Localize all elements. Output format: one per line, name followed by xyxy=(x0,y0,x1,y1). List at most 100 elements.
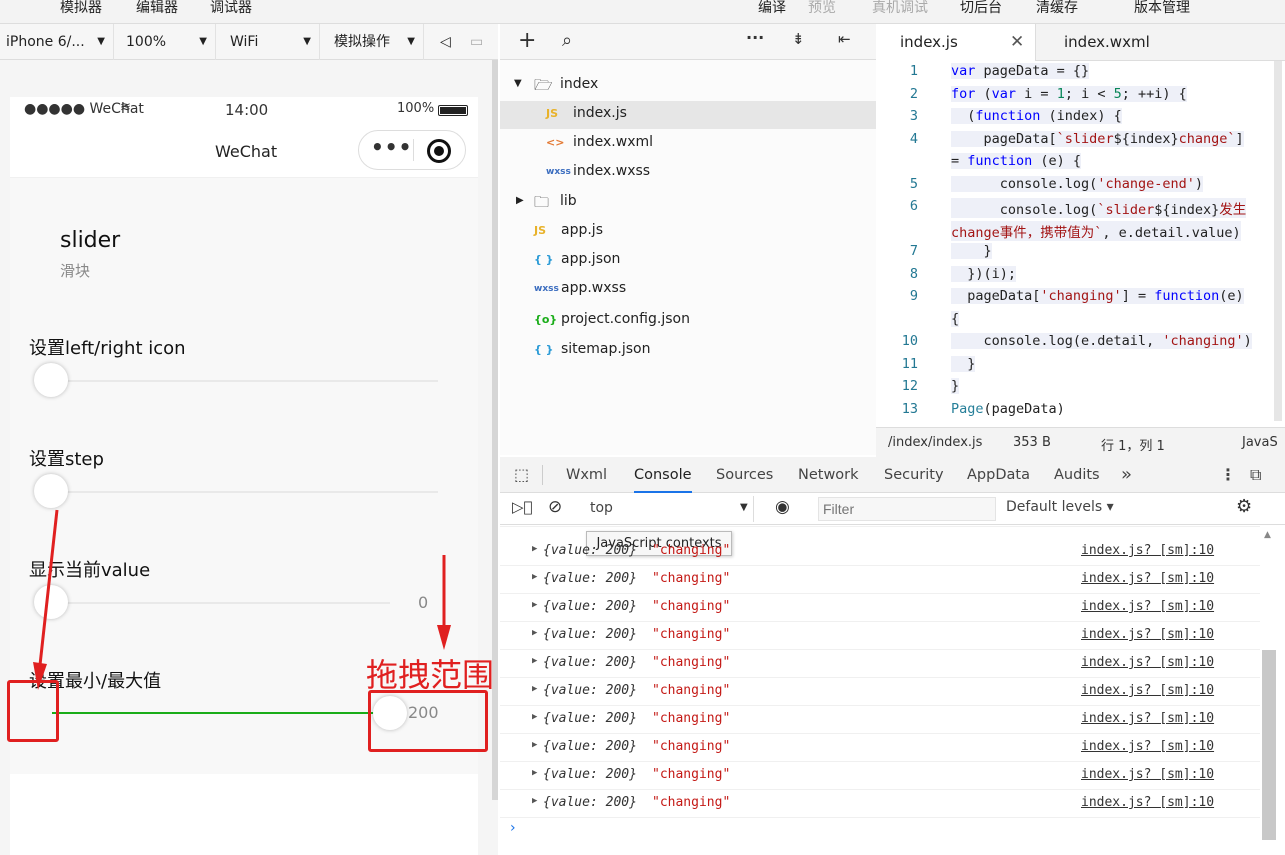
console-row[interactable]: ▶ {value: 200} "changing" index.js? [sm]:10 xyxy=(500,650,1260,678)
expand-triangle-icon[interactable]: ▶ xyxy=(532,768,537,778)
log-source-link[interactable]: index.js? [sm]:10 xyxy=(1081,739,1214,754)
tab-wxml[interactable]: Wxml xyxy=(566,457,607,493)
tab-console[interactable]: Console xyxy=(634,457,692,493)
split-icon[interactable]: ⇤ xyxy=(838,30,851,48)
folder-closed-icon: 🗀 xyxy=(534,193,550,211)
log-source-link[interactable]: index.js? [sm]:10 xyxy=(1081,599,1214,614)
kebab-menu-icon[interactable]: ⋮ xyxy=(1220,457,1236,493)
expand-triangle-icon[interactable]: ▶ xyxy=(532,712,537,722)
dock-icon[interactable]: ⧉ xyxy=(1250,457,1261,493)
log-object[interactable]: {value: 200} xyxy=(543,627,637,642)
expand-triangle-icon[interactable]: ▶ xyxy=(532,656,537,666)
explorer-item-sitemap[interactable]: { } sitemap.json xyxy=(500,337,876,365)
console-scrollbar[interactable] xyxy=(1262,650,1276,840)
console-row[interactable]: ▶ {value: 200} "changing" index.js? [sm]:10 xyxy=(500,790,1260,818)
explorer-item-label: lib xyxy=(560,193,577,209)
log-object[interactable]: {value: 200} xyxy=(543,711,637,726)
js-file-icon: JS xyxy=(534,224,547,237)
settings-gear-icon[interactable]: ⚙ xyxy=(1236,496,1252,517)
tab-security[interactable]: Security xyxy=(884,457,944,493)
console-row[interactable]: ▶ {value: 200} "changing" index.js? [sm]:10 xyxy=(500,538,1260,566)
tab-sources[interactable]: Sources xyxy=(716,457,773,493)
tab-label: index.wxml xyxy=(1064,33,1150,51)
more-tabs-icon[interactable]: » xyxy=(1121,457,1132,493)
log-source-link[interactable]: index.js? [sm]:10 xyxy=(1081,655,1214,670)
explorer-item-lib[interactable]: ▶ 🗀 lib xyxy=(500,189,876,217)
log-source-link[interactable]: index.js? [sm]:10 xyxy=(1081,627,1214,642)
log-object[interactable]: {value: 200} xyxy=(543,599,637,614)
code-line: console.log(`slider${index}发生 xyxy=(951,198,1247,218)
tab-label: index.js xyxy=(900,33,958,51)
explorer-item-label: index xyxy=(560,76,599,92)
log-source-link[interactable]: index.js? [sm]:10 xyxy=(1081,711,1214,726)
expand-triangle-icon[interactable]: ▶ xyxy=(532,684,537,694)
console-row[interactable]: ▶ {value: 200} "changing" index.js? [sm]:10 xyxy=(500,622,1260,650)
code-line: } xyxy=(951,243,992,259)
log-object[interactable]: {value: 200} xyxy=(543,655,637,670)
log-object[interactable]: {value: 200} xyxy=(543,795,637,810)
eye-icon[interactable]: ◉ xyxy=(775,497,790,517)
tab-index-js[interactable]: index.js ✕ xyxy=(876,24,1036,61)
chevron-down-icon: ▼ xyxy=(740,502,748,513)
more-icon[interactable]: ··· xyxy=(746,28,764,47)
explorer-item-label: app.js xyxy=(561,222,603,238)
line-number: 2 xyxy=(909,86,918,102)
inspect-icon[interactable]: ⬚ xyxy=(514,457,529,493)
chevron-down-icon: ▼ xyxy=(514,78,522,89)
log-source-link[interactable]: index.js? [sm]:10 xyxy=(1081,543,1214,558)
cursor-position[interactable]: 行 1，列 1 xyxy=(1101,435,1165,454)
explorer-item-app-json[interactable]: { } app.json xyxy=(500,247,876,275)
log-object[interactable]: {value: 200} xyxy=(543,571,637,586)
expand-triangle-icon[interactable]: ▶ xyxy=(532,796,537,806)
search-icon[interactable]: ⌕ xyxy=(562,30,572,51)
explorer-item-project-config[interactable]: {o} project.config.json xyxy=(500,307,876,335)
simulator-scrollbar[interactable] xyxy=(492,60,498,800)
js-file-icon: JS xyxy=(546,107,559,120)
add-icon[interactable]: + xyxy=(518,28,536,53)
clear-console-icon[interactable]: ⊘ xyxy=(548,497,562,517)
expand-triangle-icon[interactable]: ▶ xyxy=(532,740,537,750)
expand-triangle-icon[interactable]: ▶ xyxy=(532,572,537,582)
code-line: change事件，携带值为`, e.detail.value) xyxy=(951,221,1241,241)
editor-scrollbar[interactable] xyxy=(1274,61,1282,421)
log-object[interactable]: {value: 200} xyxy=(543,543,637,558)
console-row[interactable]: ▶ {value: 200} "changing" index.js? [sm]:10 xyxy=(500,678,1260,706)
console-row[interactable]: ▶ {value: 200} "changing" index.js? [sm]:10 xyxy=(500,566,1260,594)
log-string: "changing" xyxy=(652,655,731,670)
console-row[interactable]: ▶ {value: 200} "changing" index.js? [sm]:10 xyxy=(500,594,1260,622)
tab-appdata[interactable]: AppData xyxy=(967,457,1030,493)
console-row[interactable]: ▶ {value: 200} "changing" index.js? [sm]:10 xyxy=(500,734,1260,762)
explorer-item-index[interactable]: ▼ 🗁 index xyxy=(500,72,876,100)
log-source-link[interactable]: index.js? [sm]:10 xyxy=(1081,767,1214,782)
explorer-item-index-js[interactable]: JS index.js xyxy=(500,101,876,129)
log-source-link[interactable]: index.js? [sm]:10 xyxy=(1081,571,1214,586)
tab-index-wxml[interactable]: index.wxml xyxy=(1040,24,1200,61)
code-editor[interactable]: 1 2 3 4 5 6 7 8 9 10 11 12 13 var pageDa… xyxy=(876,61,1285,427)
sidebar-toggle-icon[interactable]: ▷⃞ xyxy=(512,498,533,516)
log-object[interactable]: {value: 200} xyxy=(543,739,637,754)
console-prompt-icon[interactable]: › xyxy=(510,820,516,836)
config-file-icon: {o} xyxy=(534,313,558,326)
log-object[interactable]: {value: 200} xyxy=(543,683,637,698)
expand-triangle-icon[interactable]: ▶ xyxy=(532,600,537,610)
console-row[interactable]: ▶ {value: 200} "changing" index.js? [sm]:10 xyxy=(500,706,1260,734)
expand-triangle-icon[interactable]: ▶ xyxy=(532,544,537,554)
expand-triangle-icon[interactable]: ▶ xyxy=(532,628,537,638)
close-icon[interactable]: ✕ xyxy=(1010,24,1024,61)
log-source-link[interactable]: index.js? [sm]:10 xyxy=(1081,795,1214,810)
explorer-item-app-wxss[interactable]: wxss app.wxss xyxy=(500,276,876,304)
code-line: } xyxy=(951,378,960,394)
scroll-up-icon[interactable]: ▲ xyxy=(1264,530,1271,540)
explorer-item-index-wxml[interactable]: <> index.wxml xyxy=(500,130,876,158)
arrow-head xyxy=(33,662,47,690)
log-levels-select[interactable]: Default levels ▾ xyxy=(1006,499,1114,515)
tab-audits[interactable]: Audits xyxy=(1054,457,1100,493)
explorer-item-app-js[interactable]: JS app.js xyxy=(500,218,876,246)
explorer-item-index-wxss[interactable]: wxss index.wxss xyxy=(500,159,876,187)
collapse-all-icon[interactable]: ⇟ xyxy=(792,30,805,48)
log-source-link[interactable]: index.js? [sm]:10 xyxy=(1081,683,1214,698)
console-row[interactable]: ▶ {value: 200} "changing" index.js? [sm]:10 xyxy=(500,762,1260,790)
tab-network[interactable]: Network xyxy=(798,457,859,493)
log-object[interactable]: {value: 200} xyxy=(543,767,637,782)
language-mode[interactable]: JavaS xyxy=(1242,435,1278,450)
